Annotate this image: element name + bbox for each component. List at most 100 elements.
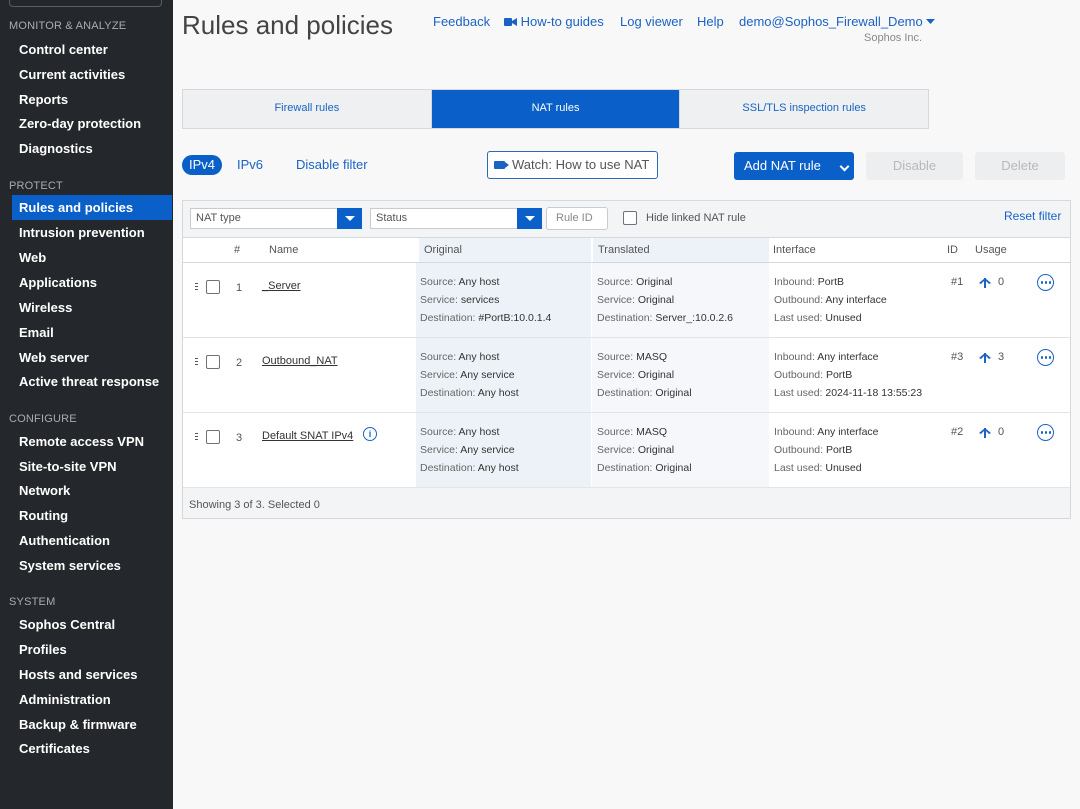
original-source: Source: Any host [420, 351, 500, 363]
user-name: demo@Sophos_Firewall_Demo [739, 14, 923, 29]
sidebar-item-routing[interactable]: Routing [12, 503, 172, 528]
more-options-icon[interactable] [1037, 424, 1054, 441]
sidebar-item-intrusion-prevention[interactable]: Intrusion prevention [12, 220, 172, 245]
ipv6-toggle[interactable]: IPv6 [237, 157, 263, 172]
log-viewer-link[interactable]: Log viewer [620, 14, 683, 29]
translated-service: Service: Original [597, 294, 675, 306]
rule-id-input[interactable]: Rule ID [546, 207, 608, 230]
sidebar-item-backup-firmware[interactable]: Backup & firmware [12, 712, 172, 737]
translated-source: Source: MASQ [597, 351, 668, 363]
user-menu[interactable]: demo@Sophos_Firewall_Demo [739, 14, 936, 29]
row-checkbox[interactable] [206, 280, 220, 294]
sidebar-item-site-to-site-vpn[interactable]: Site-to-site VPN [12, 454, 172, 479]
sidebar-item-hosts-and-services[interactable]: Hosts and services [12, 662, 172, 687]
interface-inbound: Inbound: Any interface [774, 351, 879, 363]
tab-ssl-tls-inspection[interactable]: SSL/TLS inspection rules [680, 90, 928, 128]
sidebar-item-wireless[interactable]: Wireless [12, 295, 172, 320]
rule-name-link[interactable]: Default SNAT IPv4 [262, 430, 353, 442]
interface-last-used: Last used: 2024-11-18 13:55:23 [774, 387, 923, 399]
sidebar-item-rules-and-policies[interactable]: Rules and policies [12, 195, 172, 220]
sidebar-item-applications[interactable]: Applications [12, 270, 172, 295]
rule-name-link[interactable]: Outbound_NAT [262, 355, 338, 367]
col-translated: Translated [593, 238, 769, 262]
sidebar-item-authentication[interactable]: Authentication [12, 528, 172, 553]
sidebar-item-web-server[interactable]: Web server [12, 345, 172, 370]
sidebar-section-protect: PROTECT [9, 180, 63, 192]
rule-name-link[interactable]: _Server [262, 280, 301, 292]
row-number: 3 [236, 432, 243, 444]
more-options-icon[interactable] [1037, 274, 1054, 291]
col-name: Name [269, 244, 299, 256]
sidebar-item-reports[interactable]: Reports [12, 87, 172, 112]
hide-linked-label: Hide linked NAT rule [646, 212, 746, 224]
table-row[interactable]: 1 _Server Source: Any host Service: serv… [183, 263, 1070, 338]
original-source: Source: Any host [420, 426, 500, 438]
sidebar-item-administration[interactable]: Administration [12, 687, 172, 712]
add-nat-rule-label: Add NAT rule [744, 158, 821, 173]
disable-filter-link[interactable]: Disable filter [296, 157, 368, 172]
watch-how-to-use-nat-button[interactable]: Watch: How to use NAT [487, 151, 658, 179]
original-service: Service: services [420, 294, 500, 306]
add-nat-rule-button[interactable]: Add NAT rule [734, 152, 854, 180]
sidebar-item-network[interactable]: Network [12, 478, 172, 503]
rule-id: #1 [951, 276, 964, 288]
sidebar: MONITOR & ANALYZE Control center Current… [0, 0, 173, 809]
video-camera-icon [494, 161, 509, 169]
tab-firewall-rules[interactable]: Firewall rules [183, 90, 432, 128]
sidebar-item-email[interactable]: Email [12, 320, 172, 345]
col-original: Original [419, 238, 591, 262]
company-name: Sophos Inc. [864, 32, 923, 44]
col-num: # [234, 244, 241, 256]
row-checkbox[interactable] [206, 430, 220, 444]
nat-type-filter[interactable]: NAT type [190, 208, 362, 229]
info-icon[interactable]: i [363, 427, 377, 441]
table-row[interactable]: 2 Outbound_NAT Source: Any host Service:… [183, 338, 1070, 413]
page-title: Rules and policies [182, 10, 394, 40]
feedback-link[interactable]: Feedback [433, 14, 490, 29]
drag-handle-icon[interactable] [195, 283, 198, 292]
usage-count: 0 [998, 426, 1005, 438]
sidebar-item-remote-access-vpn[interactable]: Remote access VPN [12, 429, 172, 454]
sidebar-item-active-threat-response[interactable]: Active threat response [12, 369, 172, 394]
usage-split-icon [979, 353, 991, 363]
sidebar-item-current-activities[interactable]: Current activities [12, 62, 172, 87]
rule-id: #2 [951, 426, 964, 438]
translated-destination: Destination: Original [597, 462, 692, 474]
sidebar-section-monitor: MONITOR & ANALYZE [9, 20, 127, 32]
sidebar-item-diagnostics[interactable]: Diagnostics [12, 136, 172, 161]
drag-handle-icon[interactable] [195, 433, 198, 442]
interface-inbound: Inbound: Any interface [774, 426, 879, 438]
interface-outbound: Outbound: PortB [774, 369, 853, 381]
reset-filter-link[interactable]: Reset filter [1004, 209, 1061, 223]
disable-button[interactable]: Disable [866, 152, 963, 180]
sidebar-item-zero-day-protection[interactable]: Zero-day protection [12, 111, 172, 136]
usage-count: 0 [998, 276, 1005, 288]
sidebar-section-configure: CONFIGURE [9, 413, 77, 425]
ipv4-toggle[interactable]: IPv4 [182, 155, 222, 175]
more-options-icon[interactable] [1037, 349, 1054, 366]
original-destination: Destination: Any host [420, 387, 519, 399]
table-footer-status: Showing 3 of 3. Selected 0 [189, 499, 320, 511]
tab-nat-rules[interactable]: NAT rules [431, 90, 681, 128]
sidebar-item-profiles[interactable]: Profiles [12, 637, 172, 662]
sidebar-item-sophos-central[interactable]: Sophos Central [12, 612, 172, 637]
sidebar-search-box[interactable] [9, 0, 162, 7]
drag-handle-icon[interactable] [195, 358, 198, 367]
table-row[interactable]: 3 Default SNAT IPv4 i Source: Any host S… [183, 413, 1070, 488]
sidebar-item-web[interactable]: Web [12, 245, 172, 270]
help-link[interactable]: Help [697, 14, 724, 29]
row-checkbox[interactable] [206, 355, 220, 369]
delete-button[interactable]: Delete [975, 152, 1065, 180]
original-destination: Destination: #PortB:10.0.1.4 [420, 312, 552, 324]
sidebar-item-certificates[interactable]: Certificates [12, 736, 172, 761]
sidebar-item-control-center[interactable]: Control center [12, 37, 172, 62]
sidebar-item-system-services[interactable]: System services [12, 553, 172, 578]
hide-linked-checkbox[interactable] [623, 211, 637, 225]
interface-last-used: Last used: Unused [774, 462, 862, 474]
interface-outbound: Outbound: PortB [774, 444, 853, 456]
status-filter[interactable]: Status [370, 208, 542, 229]
original-source: Source: Any host [420, 276, 500, 288]
howto-guides-label: How-to guides [520, 14, 604, 29]
howto-guides-link[interactable]: How-to guides [504, 14, 604, 29]
usage-count: 3 [998, 351, 1005, 363]
